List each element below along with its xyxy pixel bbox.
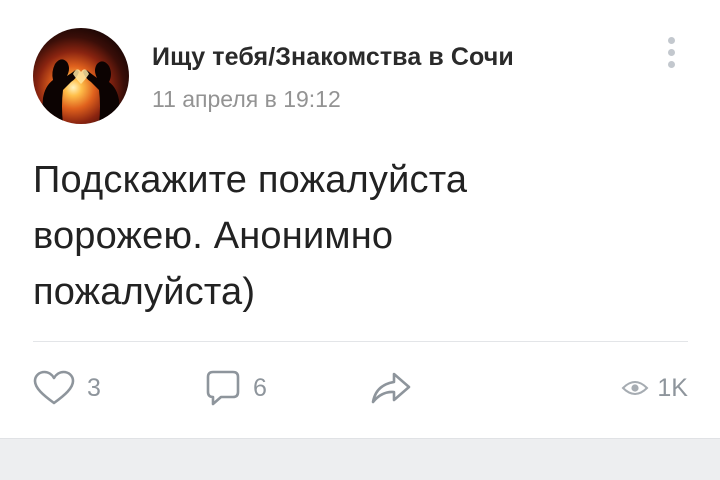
- more-dot: [667, 61, 675, 68]
- views-counter: 1K: [621, 366, 688, 410]
- group-name-link[interactable]: Ищу тебя/Знакомства в Сочи: [152, 43, 514, 72]
- like-count: 3: [87, 373, 101, 402]
- avatar-silhouette-image: [41, 59, 121, 124]
- views-count: 1K: [657, 373, 688, 402]
- post-text-line: пожалуйста): [33, 271, 256, 313]
- share-button[interactable]: [370, 366, 412, 410]
- post-text-line: ворожею. Анонимно: [33, 215, 394, 257]
- comment-button[interactable]: 6: [205, 366, 267, 410]
- comment-count: 6: [253, 373, 267, 402]
- post-actions: 3 6 1K: [33, 366, 688, 410]
- post-text: Подскажите пожалуйста ворожею. Анонимно …: [33, 152, 633, 320]
- comment-bubble-icon: [206, 370, 240, 406]
- eye-icon: [621, 381, 649, 395]
- post-card: Ищу тебя/Знакомства в Сочи 11 апреля в 1…: [0, 0, 720, 438]
- heart-icon: [33, 370, 75, 405]
- divider: [33, 341, 688, 342]
- more-dot: [667, 37, 675, 44]
- post-header: Ищу тебя/Знакомства в Сочи 11 апреля в 1…: [33, 28, 700, 126]
- more-vertical-icon[interactable]: [664, 37, 678, 71]
- post-text-line: Подскажите пожалуйста: [33, 159, 468, 201]
- like-button[interactable]: 3: [33, 366, 101, 410]
- post-date: 11 апреля в 19:12: [152, 86, 341, 112]
- share-arrow-icon: [371, 372, 411, 404]
- group-avatar[interactable]: [33, 28, 129, 124]
- feed-separator: [0, 438, 720, 480]
- more-dot: [667, 49, 675, 56]
